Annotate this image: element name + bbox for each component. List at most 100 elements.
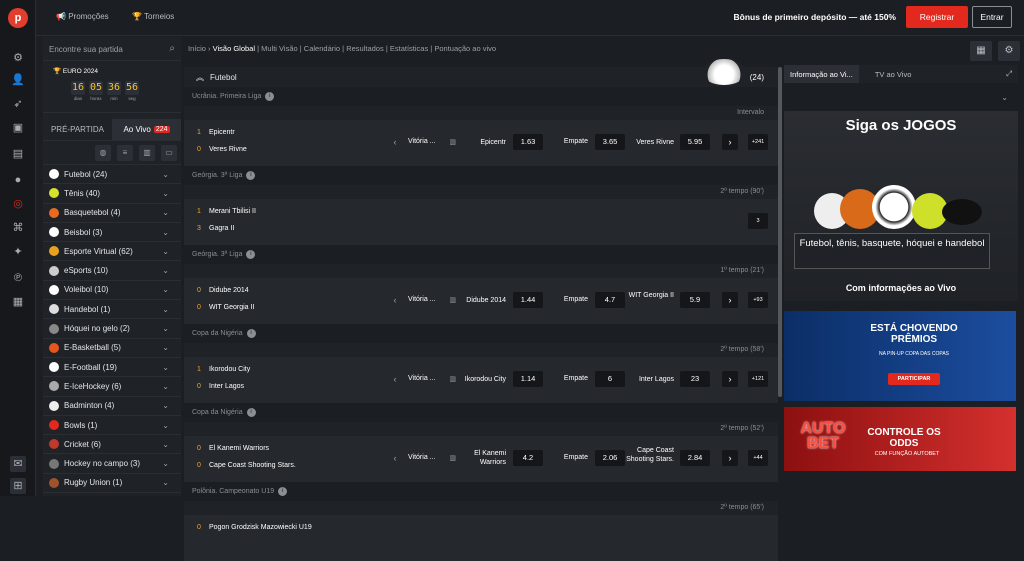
more-markets-button[interactable]: +121: [748, 371, 768, 387]
odd-draw[interactable]: 6: [595, 371, 625, 387]
league-header[interactable]: Ucrânia. Primeira Liga i: [184, 87, 778, 106]
sidebar-item-sport[interactable]: Rugby Union (1) ⌄: [43, 474, 181, 494]
odd-home[interactable]: 1.14: [513, 371, 543, 387]
more-markets-button[interactable]: 3: [748, 213, 768, 229]
more-markets-button[interactable]: +44: [748, 450, 768, 466]
stats-icon[interactable]: ▥: [448, 296, 456, 304]
register-button[interactable]: Registrar: [906, 6, 968, 28]
league-header[interactable]: Copa da Nigéria i: [184, 403, 778, 422]
expand-icon[interactable]: ⤢: [1000, 65, 1018, 83]
sidebar-item-sport[interactable]: Tênis (40) ⌄: [43, 184, 181, 204]
sidebar-item-sport[interactable]: Cricket (6) ⌄: [43, 435, 181, 455]
sidebar-item-sport[interactable]: Bowls (1) ⌄: [43, 416, 181, 436]
sidebar-item-sport[interactable]: Badminton (4) ⌄: [43, 397, 181, 416]
odd-draw[interactable]: 4.7: [595, 292, 625, 308]
scrollbar[interactable]: [778, 67, 782, 397]
login-button[interactable]: Entrar: [972, 6, 1012, 28]
sidebar-item-sport[interactable]: Handebol (1) ⌄: [43, 300, 181, 320]
match-select[interactable]: ⌄✕: [788, 89, 1014, 107]
info-icon[interactable]: i: [278, 487, 288, 496]
windows-icon[interactable]: ⊞: [10, 478, 26, 494]
globe-icon[interactable]: ◍: [95, 145, 111, 161]
match-row[interactable]: 1 Epicentr 0 Veres Rivne ‹ Vitória ... ▥ Epicen…: [184, 120, 778, 166]
chevron-left-icon[interactable]: ‹: [388, 135, 402, 149]
gift-icon[interactable]: ▦: [10, 294, 26, 310]
sidebar-item-sport[interactable]: Beisbol (3) ⌄: [43, 223, 181, 243]
sidebar-item-sport[interactable]: E-IceHockey (6) ⌄: [43, 377, 181, 397]
banner-copa-das-copas[interactable]: ESTÁ CHOVENDO PRÊMIOS NA PIN-UP COPA DAS…: [784, 311, 1016, 401]
crumb-multiview[interactable]: Multi Visão: [261, 44, 298, 53]
league-header[interactable]: Geórgia. 3ª Liga i: [184, 166, 778, 185]
tournaments-link[interactable]: 🏆 Torneios: [132, 12, 174, 21]
promotions-link[interactable]: 📢 Promoções: [56, 12, 109, 21]
sidebar-item-sport[interactable]: Voleibol (10) ⌄: [43, 281, 181, 301]
match-row[interactable]: 0 Pogon Grodzisk Mazowiecki U19: [184, 515, 778, 561]
sidebar-item-sport[interactable]: E-Football (19) ⌄: [43, 358, 181, 378]
chevron-left-icon[interactable]: ‹: [388, 451, 402, 465]
info-icon[interactable]: i: [246, 408, 256, 417]
user-icon[interactable]: 👤: [10, 72, 26, 88]
tab-pre-match[interactable]: PRÉ-PARTIDA: [43, 119, 112, 140]
info-icon[interactable]: i: [265, 92, 275, 101]
chevron-left-icon[interactable]: ‹: [388, 372, 402, 386]
virtual-icon[interactable]: ✦: [10, 244, 26, 260]
league-header[interactable]: Geórgia. 3ª Liga i: [184, 245, 778, 264]
section-header[interactable]: ︽ Futebol (24): [184, 59, 778, 87]
info-icon[interactable]: i: [246, 171, 256, 180]
odd-away[interactable]: 23: [680, 371, 710, 387]
sidebar-item-sport[interactable]: Esporte Virtual (62) ⌄: [43, 242, 181, 262]
match-row[interactable]: 0 El Kanemi Warriors 0 Cape Coast Shooting …: [184, 436, 778, 482]
odd-away[interactable]: 5.9: [680, 292, 710, 308]
odd-draw[interactable]: 3.65: [595, 134, 625, 150]
euro-countdown[interactable]: 🏆 EURO 2024 16 dias 05 horas 36 min 56 seg: [43, 61, 181, 113]
match-row[interactable]: 0 Didube 2014 0 WIT Georgia II ‹ Vitória ... ▥…: [184, 278, 778, 324]
chevron-right-icon[interactable]: ›: [722, 292, 738, 308]
crumb-results[interactable]: Resultados: [346, 44, 384, 53]
crumb-home[interactable]: Início: [188, 44, 206, 53]
sidebar-item-sport[interactable]: Hockey no campo (3) ⌄: [43, 454, 181, 474]
live-icon[interactable]: ◎: [10, 196, 26, 212]
odd-draw[interactable]: 2.06: [595, 450, 625, 466]
info-icon[interactable]: i: [246, 250, 256, 259]
tab-live-info[interactable]: Informação ao Vi...: [784, 65, 859, 83]
match-row[interactable]: 1 Merani Tbilisi II 3 Gagra II 3: [184, 199, 778, 245]
crumb-livescore[interactable]: Pontuação ao vivo: [434, 44, 496, 53]
crumb-overview[interactable]: Visão Global: [213, 44, 255, 53]
pinup-icon[interactable]: ℗: [10, 270, 26, 286]
crumb-stats[interactable]: Estatísticas: [390, 44, 428, 53]
chevron-left-icon[interactable]: ‹: [388, 293, 402, 307]
gamepad-icon[interactable]: ⌘: [10, 220, 26, 236]
more-markets-button[interactable]: +241: [748, 134, 768, 150]
sidebar-item-sport[interactable]: Basquetebol (4) ⌄: [43, 204, 181, 223]
screen-view-icon[interactable]: ▭: [161, 145, 177, 161]
list-view-icon[interactable]: ≡: [117, 145, 133, 161]
grid-view-icon[interactable]: ▥: [139, 145, 155, 161]
tv-icon[interactable]: ▣: [10, 120, 26, 136]
football-icon[interactable]: ●: [10, 172, 26, 188]
sidebar-item-sport[interactable]: Hóquei no gelo (2) ⌄: [43, 319, 181, 339]
odd-away[interactable]: 5.95: [680, 134, 710, 150]
chevron-right-icon[interactable]: ›: [722, 134, 738, 150]
rocket-icon[interactable]: ➶: [10, 96, 26, 112]
chevron-right-icon[interactable]: ›: [722, 371, 738, 387]
logo-icon[interactable]: p: [8, 8, 28, 28]
odd-home[interactable]: 4.2: [513, 450, 543, 466]
sidebar-item-sport[interactable]: Futebol (24) ⌄: [43, 165, 181, 185]
odd-home[interactable]: 1.63: [513, 134, 543, 150]
sidebar-item-sport[interactable]: eSports (10) ⌄: [43, 261, 181, 281]
participate-button[interactable]: PARTICIPAR: [888, 373, 940, 385]
match-row[interactable]: 1 Ikorodou City 0 Inter Lagos ‹ Vitória ... ▥ I…: [184, 357, 778, 403]
search-input[interactable]: Encontre sua partida ⌕: [43, 37, 181, 61]
settings-icon[interactable]: ⚙: [998, 41, 1020, 61]
league-header[interactable]: Copa da Nigéria i: [184, 324, 778, 343]
stats-icon[interactable]: ▥: [448, 138, 456, 146]
odd-home[interactable]: 1.44: [513, 292, 543, 308]
settings-icon[interactable]: ⚙: [10, 50, 26, 66]
more-markets-button[interactable]: +93: [748, 292, 768, 308]
info-icon[interactable]: i: [246, 329, 256, 338]
odd-away[interactable]: 2.84: [680, 450, 710, 466]
tab-live-tv[interactable]: TV ao Vivo: [869, 65, 918, 83]
league-header[interactable]: Polônia. Campeonato U19 i: [184, 482, 778, 501]
tab-live[interactable]: Ao Vivo 224: [112, 119, 181, 140]
banner-autobet[interactable]: AUTO BET CONTROLE OS ODDS COM FUNÇÃO AUT…: [784, 407, 1016, 471]
